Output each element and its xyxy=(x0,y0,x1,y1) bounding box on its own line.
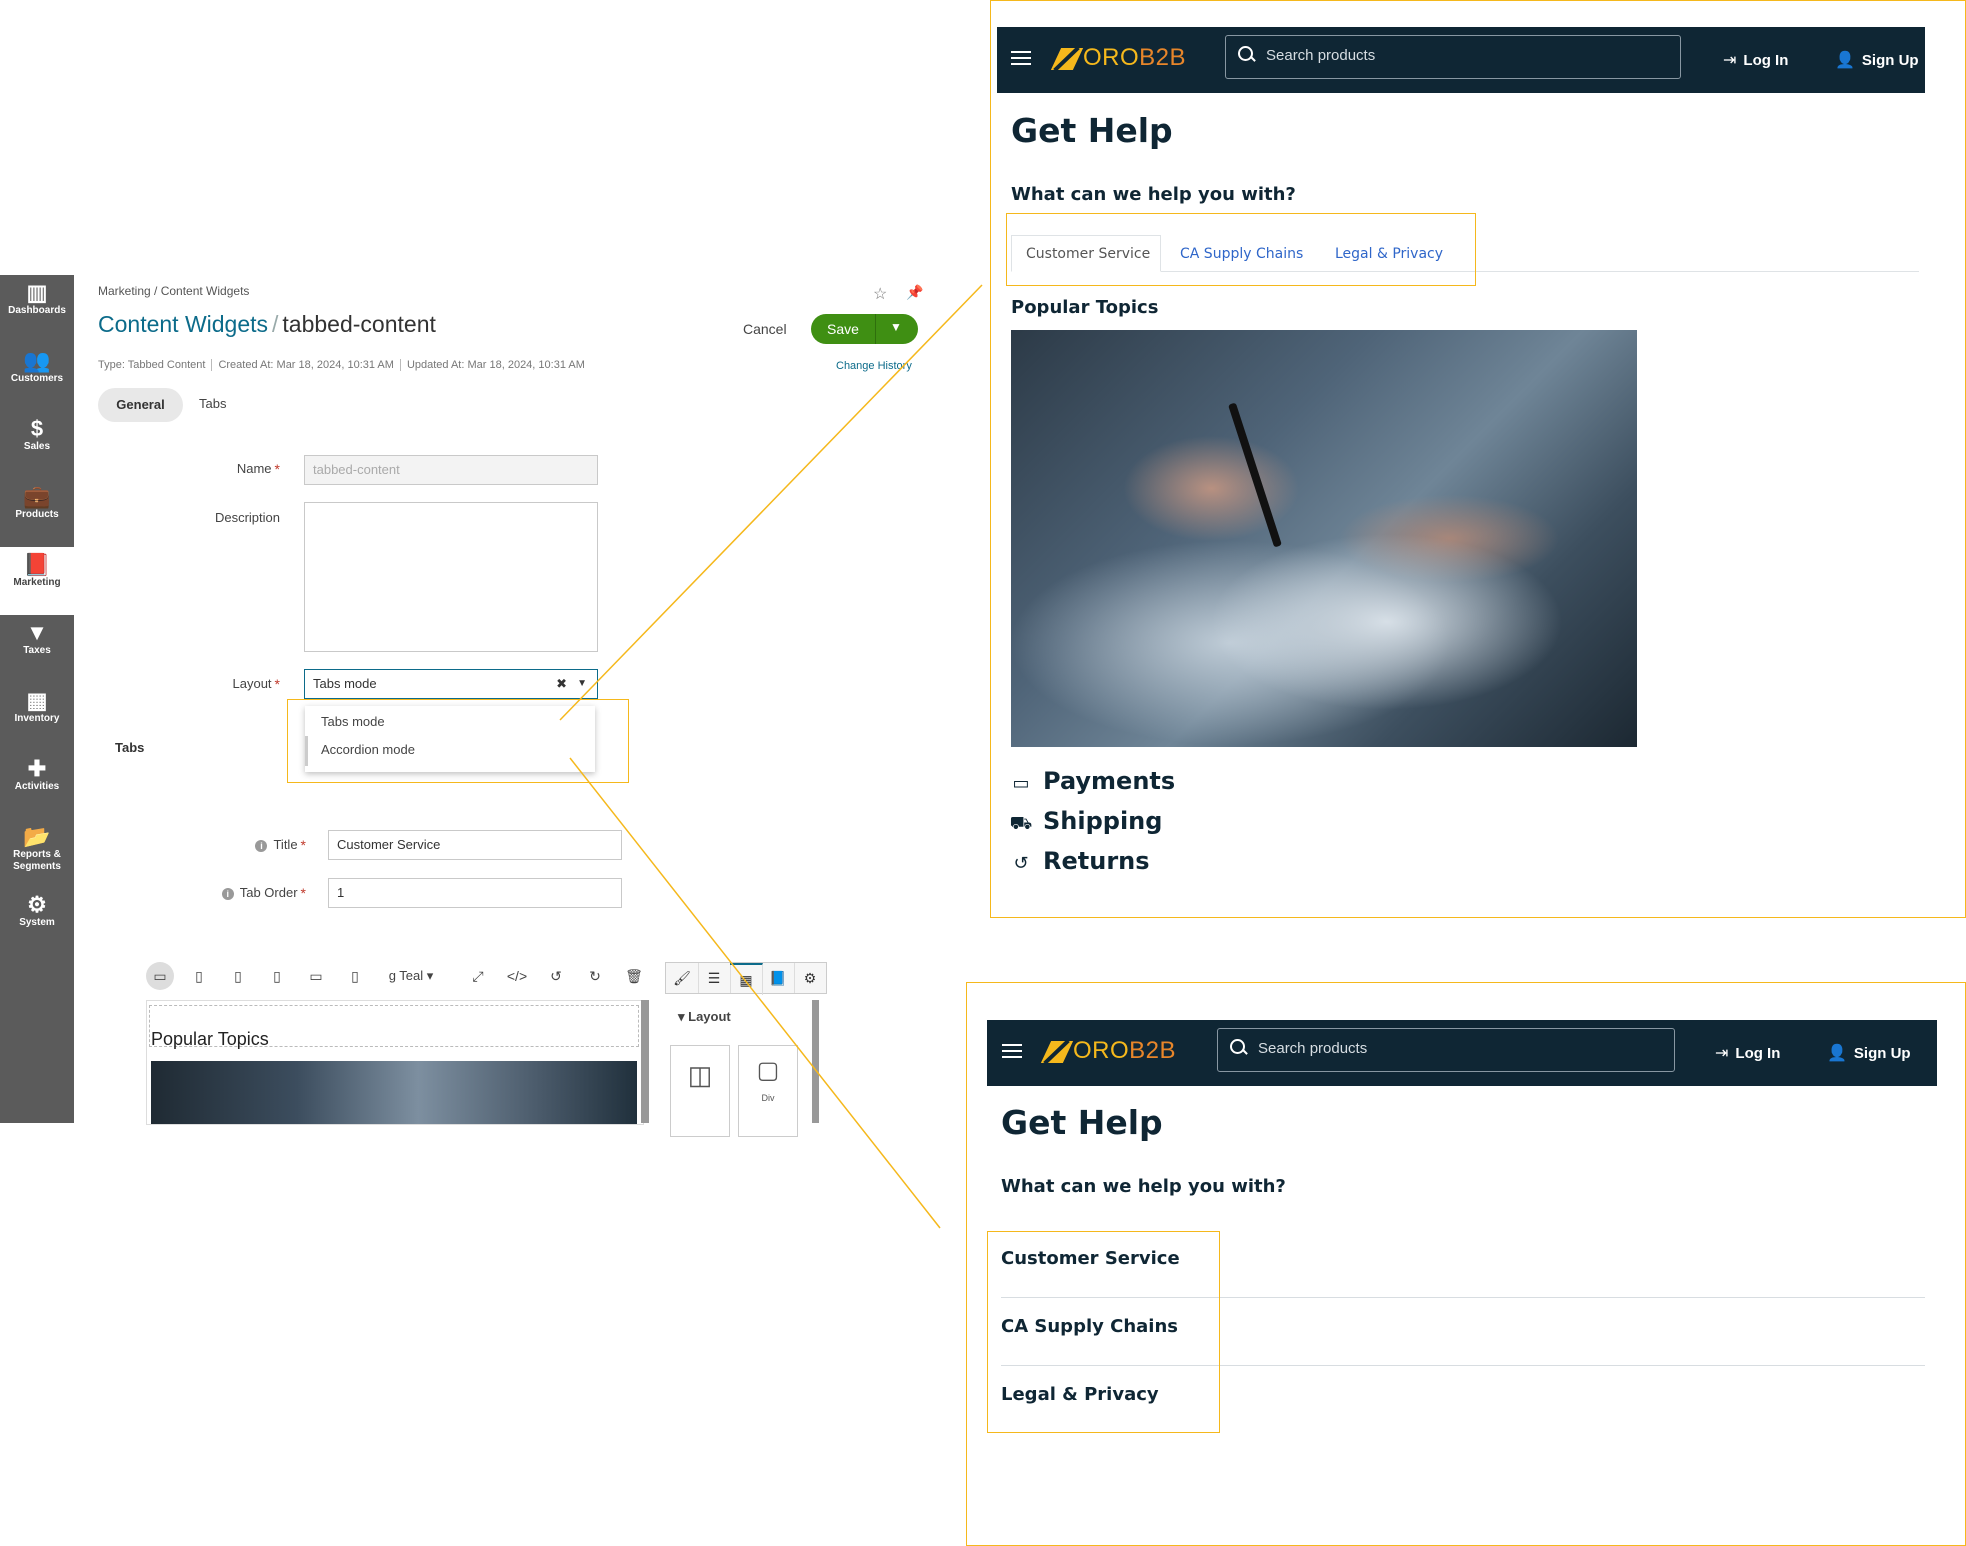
help-subheading: What can we help you with? xyxy=(1011,184,1296,205)
connector-tabs-mode xyxy=(559,284,983,721)
login-link[interactable]: ⇥ Log In xyxy=(1715,1043,1780,1063)
hamburger-icon[interactable] xyxy=(1002,1044,1022,1058)
search-input[interactable]: Search products xyxy=(1225,35,1681,79)
logo-icon xyxy=(1050,48,1084,70)
storefront-tabs-preview: OROB2B Search products ⇥ Log In 👤 Sign Up … xyxy=(990,0,1966,918)
connector-accordion-mode xyxy=(569,757,941,1229)
login-icon: ⇥ xyxy=(1723,52,1737,69)
popular-topics-image xyxy=(1011,330,1637,747)
logo[interactable]: OROB2B xyxy=(1083,44,1186,72)
user-icon: 👤 xyxy=(1827,1045,1847,1062)
search-icon xyxy=(1238,46,1253,61)
topic-shipping[interactable]: ⛟ Shipping xyxy=(1009,807,1163,837)
help-heading: Get Help xyxy=(1001,1103,1163,1142)
topic-payments[interactable]: ▭ Payments xyxy=(1009,767,1175,795)
logo-icon xyxy=(1040,1041,1074,1063)
help-subheading: What can we help you with? xyxy=(1001,1176,1286,1197)
undo-icon: ↺ xyxy=(1013,853,1029,874)
search-input[interactable]: Search products xyxy=(1217,1028,1675,1072)
popular-topics-heading: Popular Topics xyxy=(1011,297,1159,318)
signup-link[interactable]: 👤 Sign Up xyxy=(1827,1043,1911,1063)
topic-returns[interactable]: ↺ Returns xyxy=(1009,847,1149,875)
login-link[interactable]: ⇥ Log In xyxy=(1723,50,1788,70)
tabs-highlight xyxy=(1006,213,1476,286)
logo[interactable]: OROB2B xyxy=(1073,1037,1176,1065)
signup-link[interactable]: 👤 Sign Up xyxy=(1835,50,1919,70)
login-icon: ⇥ xyxy=(1715,1045,1729,1062)
help-heading: Get Help xyxy=(1011,111,1173,150)
hamburger-icon[interactable] xyxy=(1011,51,1031,65)
truck-icon: ⛟ xyxy=(1009,813,1033,834)
search-icon xyxy=(1230,1039,1245,1054)
storefront-navbar-2: OROB2B Search products ⇥ Log In 👤 Sign Up xyxy=(987,1020,1937,1086)
storefront-navbar: OROB2B Search products ⇥ Log In 👤 Sign Up xyxy=(997,27,1925,93)
user-icon: 👤 xyxy=(1835,52,1855,69)
credit-card-icon: ▭ xyxy=(1012,773,1030,794)
accordion-highlight xyxy=(987,1231,1220,1433)
storefront-accordion-preview: OROB2B Search products ⇥ Log In 👤 Sign Up … xyxy=(966,982,1966,1546)
